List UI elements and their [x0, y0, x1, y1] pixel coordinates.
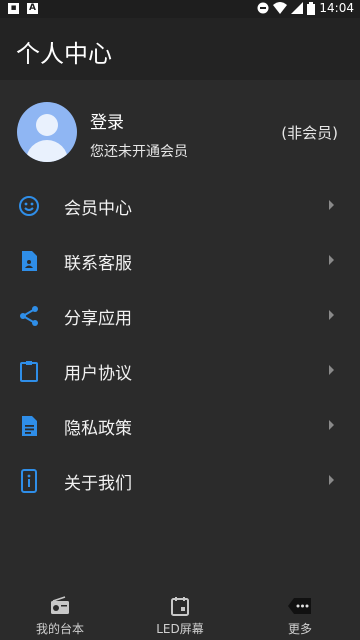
phone-info-icon	[21, 469, 37, 493]
menu-item-label: 会员中心	[64, 199, 132, 219]
menu-item-label: 分享应用	[64, 309, 132, 329]
menu-item-label: 联系客服	[64, 254, 132, 274]
menu-item-label: 用户协议	[64, 364, 132, 384]
nav-label: 我的台本	[35, 622, 84, 636]
calendar-icon	[171, 597, 189, 616]
nav-label: LED屏幕	[156, 622, 204, 636]
wifi-icon	[273, 2, 288, 14]
chevron-right-icon	[329, 255, 334, 265]
menu-item-label: 隐私政策	[64, 419, 132, 439]
smiley-icon	[19, 196, 39, 216]
radio-icon	[51, 596, 69, 614]
signal-icon	[291, 2, 304, 14]
a-notification-icon: A	[27, 3, 38, 14]
menu-item-share-app[interactable]: 分享应用	[0, 290, 360, 345]
chevron-right-icon	[329, 200, 334, 210]
app-bar: 个人中心	[0, 18, 360, 80]
profile-section[interactable]: 登录 您还未开通会员 (非会员)	[0, 80, 360, 186]
page-title: 个人中心	[16, 40, 112, 68]
login-link[interactable]: 登录	[90, 108, 124, 133]
member-status-badge: (非会员)	[281, 124, 338, 142]
nav-item-more[interactable]: 更多	[240, 588, 360, 640]
avatar[interactable]	[17, 102, 77, 162]
bottom-nav: 我的台本 LED屏幕 更多	[0, 588, 360, 640]
nav-item-led-screen[interactable]: LED屏幕	[120, 588, 240, 640]
menu-item-label: 关于我们	[64, 474, 132, 494]
nav-item-my-scripts[interactable]: 我的台本	[0, 588, 120, 640]
menu-item-about-us[interactable]: 关于我们	[0, 455, 360, 510]
chevron-right-icon	[329, 420, 334, 430]
contact-card-icon	[22, 251, 37, 271]
notification-icon: ▪	[8, 3, 19, 14]
status-bar: ▪ A 14:04	[0, 0, 360, 18]
battery-icon	[307, 1, 316, 15]
chevron-right-icon	[329, 475, 334, 485]
clock: 14:04	[319, 1, 354, 15]
share-icon	[20, 306, 38, 326]
settings-menu: 会员中心 联系客服 分享应用 用户协议 隐私政策 关于我们	[0, 180, 360, 510]
chevron-right-icon	[329, 310, 334, 320]
chevron-right-icon	[329, 365, 334, 375]
clipboard-icon	[20, 361, 38, 382]
menu-item-user-agreement[interactable]: 用户协议	[0, 345, 360, 400]
dnd-icon	[257, 2, 269, 14]
menu-item-customer-service[interactable]: 联系客服	[0, 235, 360, 290]
subscription-status: 您还未开通会员	[90, 144, 188, 160]
more-icon	[288, 598, 311, 614]
menu-item-privacy-policy[interactable]: 隐私政策	[0, 400, 360, 455]
nav-label: 更多	[287, 622, 312, 636]
avatar-body	[26, 140, 68, 162]
avatar-head	[36, 114, 58, 136]
document-icon	[22, 416, 37, 436]
menu-item-member-center[interactable]: 会员中心	[0, 180, 360, 235]
